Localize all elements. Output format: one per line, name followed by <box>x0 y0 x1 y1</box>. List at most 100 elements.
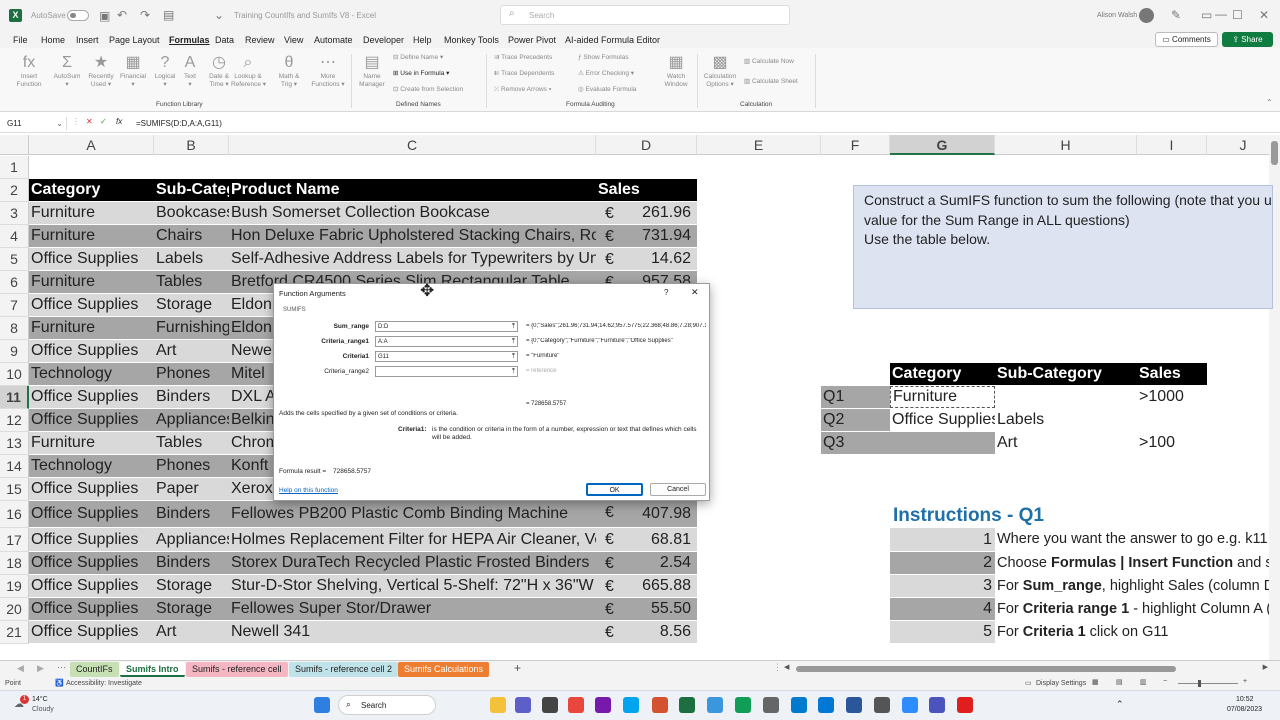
q-table-header-sub-category[interactable]: Sub-Category <box>995 363 1137 385</box>
minimize-icon[interactable]: — <box>1215 7 1227 21</box>
table-cell-category[interactable]: Furniture <box>29 271 154 293</box>
search-box[interactable]: ⌕ Search <box>500 5 790 25</box>
table-cell-product[interactable]: Self-Adhesive Address Labels for Typewri… <box>229 248 596 270</box>
weather-icon[interactable]: ☁ <box>14 699 24 710</box>
arg-input-criteria_range2[interactable]: ⤒ <box>375 366 518 377</box>
avatar[interactable] <box>1139 8 1154 23</box>
row-header-14[interactable]: 14 <box>0 455 29 478</box>
column-header-C[interactable]: C <box>229 135 596 155</box>
ribbon-collapse-icon[interactable]: ⌃ <box>1266 98 1273 107</box>
table-cell-product[interactable]: Stur-D-Stor Shelving, Vertical 5-Shelf: … <box>229 575 596 597</box>
row-header-5[interactable]: 5 <box>0 248 29 271</box>
question-label[interactable]: Q1 <box>821 386 890 408</box>
table-cell-subcategory[interactable]: Bookcases <box>154 202 229 224</box>
q-subcategory-cell[interactable]: Labels <box>995 409 1137 431</box>
calculate-now-button[interactable]: ▥ Calculate Now <box>744 58 794 65</box>
row-header-13[interactable]: 13 <box>0 432 29 455</box>
chrome-icon[interactable] <box>568 697 584 713</box>
q-table-header-category[interactable]: Category <box>890 363 995 385</box>
table-cell-category[interactable]: Furniture <box>29 225 154 247</box>
table-cell-category[interactable]: Office Supplies <box>29 386 154 408</box>
show-formulas-button[interactable]: ƒ Show Formulas <box>578 54 629 61</box>
table-cell-subcategory[interactable]: Appliances <box>154 409 229 431</box>
table-cell-category[interactable]: Office Supplies <box>29 501 154 527</box>
accessibility-status[interactable]: Accessibility: Investigate <box>66 680 142 687</box>
tray-chevron-icon[interactable]: ⌃ <box>1116 699 1124 710</box>
row-header-16[interactable]: 16 <box>0 501 29 528</box>
media-icon[interactable] <box>542 697 558 713</box>
menu-formulas[interactable]: Formulas <box>169 35 210 45</box>
help-on-function-link[interactable]: Help on this function <box>279 487 338 494</box>
table-cell-category[interactable]: Office Supplies <box>29 294 154 316</box>
calculation-options-button[interactable]: ▩ Calculation Options ▾ <box>700 54 740 88</box>
acrobat-icon[interactable] <box>957 697 973 713</box>
name-box-dropdown-icon[interactable]: ⌄ <box>56 117 63 130</box>
table-header-category[interactable]: Category <box>29 179 154 201</box>
menu-home[interactable]: Home <box>41 35 65 45</box>
clock-date[interactable]: 07/08/2023 <box>1227 706 1262 713</box>
table-header-product-name[interactable]: Product Name <box>229 179 596 201</box>
table-cell-subcategory[interactable]: Phones <box>154 363 229 385</box>
row-header-1[interactable]: 1 <box>0 156 29 179</box>
row-header-21[interactable]: 21 <box>0 621 29 644</box>
remove-arrows-button[interactable]: ⤫ Remove Arrows ▾ <box>494 86 551 93</box>
cancel-entry-icon[interactable]: ✕ <box>86 117 93 126</box>
clock-time[interactable]: 10:52 <box>1236 696 1254 703</box>
normal-view-icon[interactable]: ▦ <box>1092 678 1099 686</box>
q-sales-cell[interactable] <box>1137 409 1207 431</box>
table-cell-category[interactable]: Office Supplies <box>29 409 154 431</box>
table-cell-subcategory[interactable]: Storage <box>154 598 229 620</box>
menu-page-layout[interactable]: Page Layout <box>109 35 160 45</box>
enter-entry-icon[interactable]: ✓ <box>100 117 107 126</box>
menu-review[interactable]: Review <box>245 35 275 45</box>
create-from-selection-button[interactable]: ⊡ Create from Selection <box>393 86 463 93</box>
q-category-cell[interactable] <box>890 432 995 454</box>
table-cell-subcategory[interactable]: Art <box>154 340 229 362</box>
arg-input-criteria_range1[interactable]: A:A ⤒ <box>375 336 518 347</box>
file-explorer-icon[interactable] <box>490 697 506 713</box>
row-header-17[interactable]: 17 <box>0 528 29 552</box>
table-cell-category[interactable]: Office Supplies <box>29 621 154 643</box>
table-cell-category[interactable]: Technology <box>29 455 154 477</box>
row-header-8[interactable]: 8 <box>0 317 29 340</box>
row-header-6[interactable]: 6 <box>0 271 29 294</box>
trace-precedents-button[interactable]: ⇉ Trace Precedents <box>494 54 552 61</box>
display-settings[interactable]: Display Settings <box>1036 680 1086 687</box>
menu-monkey-tools[interactable]: Monkey Tools <box>444 35 499 45</box>
row-header-4[interactable]: 4 <box>0 225 29 248</box>
ribbon-financial-button[interactable]: ▦ Financial ▾ <box>116 54 150 88</box>
column-header-I[interactable]: I <box>1137 135 1207 155</box>
table-cell-subcategory[interactable]: Tables <box>154 432 229 454</box>
undo-icon[interactable]: ↶ <box>117 8 127 22</box>
use-in-formula-button[interactable]: ⊞ Use in Formula ▾ <box>393 70 449 77</box>
save-icon[interactable]: ▣ <box>99 9 110 23</box>
q-category-cell[interactable]: Furniture <box>890 386 995 408</box>
table-cell-subcategory[interactable]: Art <box>154 621 229 643</box>
more-sheets-icon[interactable]: ⋯ <box>57 662 66 673</box>
row-header-10[interactable]: 10 <box>0 363 29 386</box>
table-header-sub-category[interactable]: Sub-Category <box>154 179 229 201</box>
row-header-20[interactable]: 20 <box>0 598 29 621</box>
evaluate-formula-button[interactable]: ◎ Evaluate Formula <box>578 86 636 93</box>
column-header-F[interactable]: F <box>821 135 890 155</box>
table-cell-product[interactable]: Storex DuraTech Recycled Plastic Frosted… <box>229 552 596 574</box>
collapse-dialog-icon[interactable]: ⤒ <box>512 337 515 347</box>
teams-icon[interactable] <box>515 697 531 713</box>
q-sales-cell[interactable]: >100 <box>1137 432 1207 454</box>
start-icon[interactable] <box>314 697 330 713</box>
zoom-slider[interactable] <box>1178 680 1238 687</box>
row-header-2[interactable]: 2 <box>0 179 29 202</box>
arg-input-sum_range[interactable]: D:D ⤒ <box>375 321 518 332</box>
select-all-corner[interactable] <box>0 135 29 155</box>
table-cell-subcategory[interactable]: Labels <box>154 248 229 270</box>
ribbon-insert-button[interactable]: fx Insert Function <box>12 54 46 88</box>
table-cell-subcategory[interactable]: Appliances <box>154 528 229 551</box>
table-cell-product[interactable]: Fellowes Super Stor/Drawer <box>229 598 596 620</box>
table-cell-subcategory[interactable]: Phones <box>154 455 229 477</box>
restore-icon[interactable]: ☐ <box>1232 8 1243 22</box>
table-cell-subcategory[interactable]: Chairs <box>154 225 229 247</box>
ribbon-recently-button[interactable]: ★ Recently Used ▾ <box>84 54 118 88</box>
q-subcategory-cell[interactable] <box>995 386 1137 408</box>
column-header-A[interactable]: A <box>29 135 154 155</box>
table-cell-category[interactable]: Office Supplies <box>29 528 154 551</box>
